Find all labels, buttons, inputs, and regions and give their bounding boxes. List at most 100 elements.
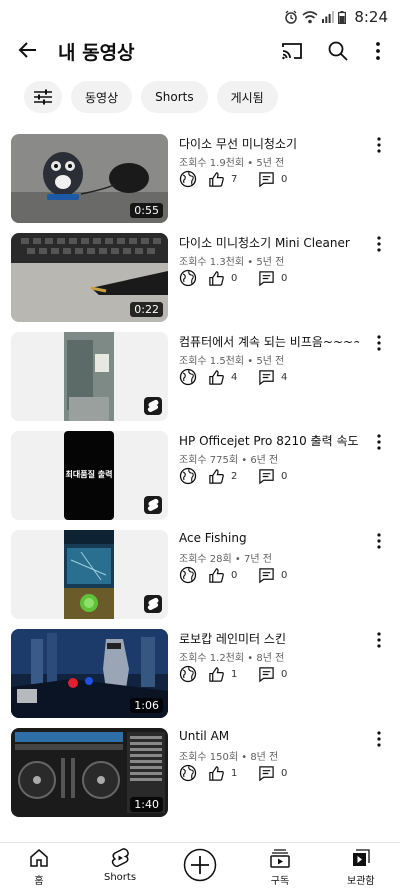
page-title: 내 동영상 [58,42,135,64]
nav-home[interactable]: 홈 [28,847,50,887]
tune-icon [34,89,52,105]
nav-shorts[interactable]: Shorts [104,847,136,883]
comment-count: 0 [281,470,288,482]
video-duration: 1:40 [130,797,163,812]
video-item[interactable]: Ace Fishing 조회수 28회 • 7년 전 0 0 [0,530,400,629]
video-thumbnail[interactable]: 0:22 [11,233,168,322]
chip-shorts[interactable]: Shorts [141,81,208,113]
chip-videos[interactable]: 동영상 [71,81,133,113]
video-item[interactable]: 컴퓨터에서 계속 되는 비프음~~~~ 조회수 1.5천회 • 5년 전 4 4 [0,332,400,431]
chip-published[interactable]: 게시됨 [216,81,278,113]
more-vert-icon[interactable] [372,235,386,253]
comment-count: 0 [281,767,288,779]
back-arrow-icon[interactable] [16,38,40,62]
comment-count: 4 [281,371,288,383]
globe-icon [179,764,197,782]
nav-subscriptions-label: 구독 [270,876,290,887]
video-stats: 1 0 [179,764,295,782]
video-thumbnail[interactable]: 1:40 [11,728,168,817]
video-title[interactable]: 컴퓨터에서 계속 되는 비프음~~~~ [179,333,359,350]
video-thumbnail[interactable]: 0:55 [11,134,168,223]
video-title[interactable]: HP Officejet Pro 8210 출력 속도 [179,432,359,449]
comment-count: 0 [281,668,288,680]
app-bar: 내 동영상 [0,34,400,70]
thumb-up-icon [209,171,224,187]
comment-icon [259,567,274,583]
video-item[interactable]: 1:40 Until AM 조회수 150회 • 8년 전 1 0 [0,728,400,827]
comment-count: 0 [281,569,288,581]
alarm-icon [285,10,298,24]
more-vert-icon[interactable] [372,532,386,550]
more-vert-icon[interactable] [372,433,386,451]
create-plus-icon[interactable] [183,848,217,882]
video-title[interactable]: 다이소 무선 미니청소기 [179,135,359,152]
comment-icon [259,666,274,682]
video-item[interactable]: 최대품질 출력 HP Officejet Pro 8210 출력 속도 조회수 … [0,431,400,530]
video-duration: 0:55 [130,203,163,218]
video-item[interactable]: 0:55 다이소 무선 미니청소기 조회수 1.9천회 • 5년 전 7 0 [0,134,400,233]
video-meta: 조회수 775회 • 6년 전 [179,455,279,466]
video-title[interactable]: 다이소 미니청소기 Mini Cleaner [179,234,359,251]
more-vert-icon[interactable] [372,631,386,649]
shorts-badge [144,595,162,613]
video-item[interactable]: 0:22 다이소 미니청소기 Mini Cleaner 조회수 1.3천회 • … [0,233,400,332]
nav-subscriptions[interactable]: 구독 [269,847,291,887]
nav-library-label: 보관함 [347,876,375,887]
bottom-navigation: 홈 Shorts 구독 보관함 [0,842,400,889]
nav-home-label: 홈 [34,876,44,887]
thumb-up-icon [209,666,224,682]
globe-icon [179,566,197,584]
video-stats: 1 0 [179,665,295,683]
thumb-up-icon [209,270,224,286]
video-stats: 0 0 [179,269,295,287]
video-meta: 조회수 1.5천회 • 5년 전 [179,356,285,367]
home-icon [30,849,48,867]
short-thumbnail[interactable]: 최대품질 출력 [11,431,168,520]
status-bar: 8:24 [0,0,400,34]
filter-chips: 동영상 Shorts 게시됨 [24,81,278,113]
shorts-logo-icon [147,498,159,511]
video-duration: 1:06 [130,698,163,713]
more-vert-icon[interactable] [368,39,388,63]
video-title[interactable]: Until AM [179,729,359,743]
more-vert-icon[interactable] [372,730,386,748]
status-time: 8:24 [354,8,388,26]
video-stats: 4 4 [179,368,295,386]
comment-icon [259,171,274,187]
globe-icon [179,269,197,287]
thumb-up-icon [209,468,224,484]
video-title[interactable]: 로보캅 레인미터 스킨 [179,630,359,647]
shorts-logo-icon [147,597,159,610]
video-title[interactable]: Ace Fishing [179,531,359,545]
like-count: 0 [231,272,238,284]
more-vert-icon[interactable] [372,136,386,154]
comment-count: 0 [281,173,288,185]
thumb-up-icon [209,765,224,781]
globe-icon [179,368,197,386]
video-meta: 조회수 1.3천회 • 5년 전 [179,257,285,268]
video-stats: 2 0 [179,467,295,485]
short-thumbnail[interactable] [11,530,168,619]
video-thumbnail[interactable]: 1:06 [11,629,168,718]
comment-count: 0 [281,272,288,284]
globe-icon [179,467,197,485]
filter-settings-button[interactable] [24,81,62,113]
video-stats: 0 0 [179,566,295,584]
more-vert-icon[interactable] [372,334,386,352]
short-thumbnail[interactable] [11,332,168,421]
nav-library[interactable]: 보관함 [347,847,375,887]
thumb-up-icon [209,567,224,583]
like-count: 1 [231,668,238,680]
subscriptions-icon [270,849,290,868]
cast-icon[interactable] [280,39,304,63]
video-item[interactable]: 1:06 로보캅 레인미터 스킨 조회수 1.2천회 • 8년 전 1 0 [0,629,400,728]
comment-icon [259,369,274,385]
like-count: 4 [231,371,238,383]
shorts-badge [144,496,162,514]
video-duration: 0:22 [130,302,163,317]
like-count: 0 [231,569,238,581]
thumb-up-icon [209,369,224,385]
search-icon[interactable] [326,39,350,63]
shorts-icon [111,848,129,868]
video-meta: 조회수 28회 • 7년 전 [179,554,272,565]
